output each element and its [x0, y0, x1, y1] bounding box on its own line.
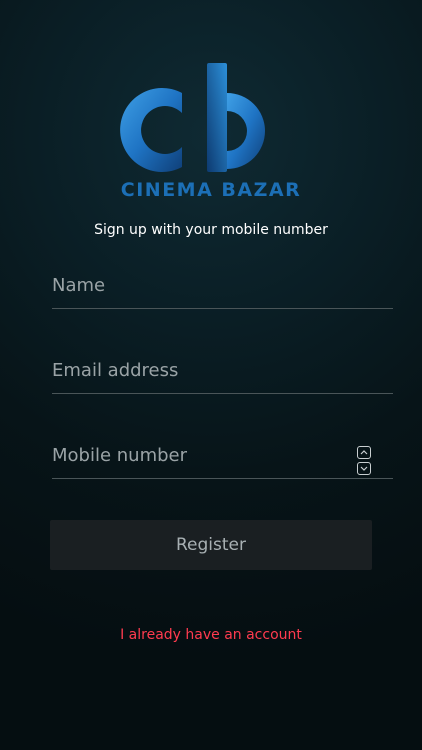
name-input[interactable]: [52, 264, 393, 306]
email-field: [52, 349, 393, 394]
chevron-up-icon: [360, 450, 368, 455]
email-input[interactable]: [52, 349, 393, 391]
brand-name: CINEMA BAZAR: [120, 179, 302, 201]
login-link[interactable]: I already have an account: [0, 627, 422, 643]
register-button[interactable]: Register: [50, 520, 372, 570]
mobile-stepper: [357, 446, 371, 475]
mobile-field: [52, 434, 393, 479]
increment-button[interactable]: [357, 446, 371, 459]
page-subtitle: Sign up with your mobile number: [94, 222, 328, 238]
name-field: [52, 264, 393, 309]
decrement-button[interactable]: [357, 462, 371, 475]
mobile-input[interactable]: [52, 434, 393, 476]
chevron-down-icon: [360, 466, 368, 471]
